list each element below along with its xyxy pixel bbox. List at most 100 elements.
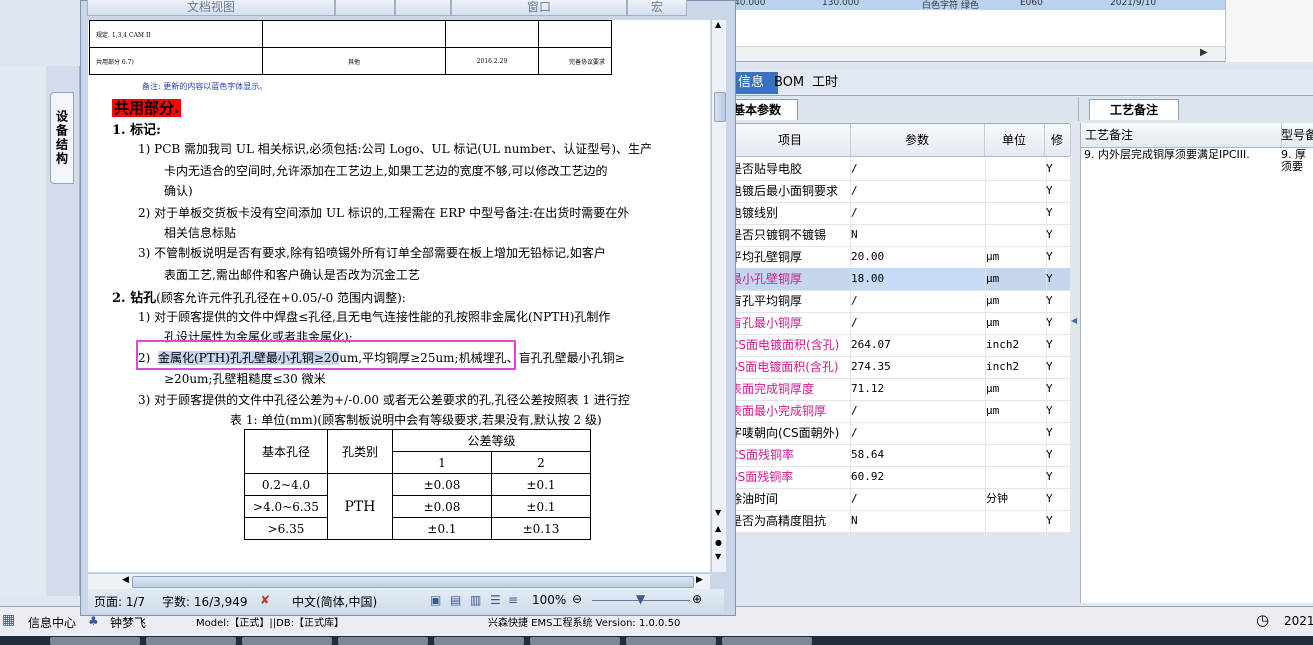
table-row[interactable]: 除油时间 / 分钟 Y [730, 488, 1073, 511]
view-full-screen-icon[interactable]: ▤ [450, 593, 461, 607]
taskbar-item[interactable] [626, 637, 716, 645]
table-row[interactable]: 40.000 130.000 白色字符 绿色 E060 2021/9/10 [730, 0, 1225, 11]
table-row[interactable]: 表面完成铜厚度 71.12 μm Y [730, 378, 1073, 401]
param-value-cell[interactable]: 60.92 [850, 466, 986, 488]
vscroll-thumb[interactable] [714, 92, 726, 122]
param-item-cell: 是否贴导电胶 [730, 158, 851, 180]
table-row[interactable]: 字唛朝向(CS面朝外) / Y [730, 422, 1073, 445]
paragraph: 1) PCB 需加我司 UL 相关标识,必须包括:公司 Logo、UL 标记(U… [138, 142, 653, 156]
document-page[interactable]: 规定. 1,3,4 CAM II 共用部分 6.7) 其他 2016.2.29 … [88, 20, 710, 572]
param-flag-cell: Y [1044, 334, 1073, 356]
table-row[interactable]: 电镀后最小面铜要求 / Y [730, 180, 1073, 203]
word-count[interactable]: 字数: 16/3,949 [162, 593, 248, 610]
ribbon-group[interactable] [335, 0, 395, 16]
zoom-level[interactable]: 100% [532, 593, 566, 607]
table-row[interactable]: 最小孔壁铜厚 18.00 μm Y [730, 268, 1073, 291]
col-edit[interactable]: 修 [1044, 124, 1071, 156]
hscroll-thumb[interactable] [132, 576, 694, 588]
col-value[interactable]: 参数 [850, 124, 985, 156]
param-value-cell[interactable]: / [850, 488, 986, 510]
col-model-note[interactable]: 型号备 [1277, 123, 1313, 147]
browse-object-icon[interactable]: ● [715, 538, 722, 547]
erp-top-grid: 40.000 130.000 白色字符 绿色 E060 2021/9/10 ▶ [730, 0, 1313, 62]
table-row[interactable]: 盲孔平均铜厚 / μm Y [730, 290, 1073, 313]
info-center-label[interactable]: 信息中心 [28, 614, 76, 631]
view-web-icon[interactable]: ▥ [470, 593, 481, 607]
param-value-cell[interactable]: 58.64 [850, 444, 986, 466]
param-unit-cell: μm [984, 290, 1047, 312]
param-unit-cell: μm [984, 400, 1047, 422]
language[interactable]: 中文(简体,中国) [292, 593, 377, 610]
zoom-out-icon[interactable]: ⊖ [572, 592, 582, 606]
table-row[interactable]: SS面电镀面积(含孔) 274.35 inch2 Y [730, 356, 1073, 379]
ribbon-group-document-views[interactable]: 文档视图 [87, 0, 335, 16]
param-value-cell[interactable]: 18.00 [850, 268, 986, 290]
param-flag-cell: Y [1044, 488, 1073, 510]
param-value-cell[interactable]: 71.12 [850, 378, 986, 400]
table-row[interactable]: 盲孔最小铜厚 / μm Y [730, 312, 1073, 335]
taskbar-item[interactable] [146, 637, 236, 645]
prev-page-icon[interactable]: ▲ [715, 524, 721, 533]
table-row[interactable]: 表面最小完成铜厚 / μm Y [730, 400, 1073, 423]
grid-splitter[interactable]: ◀ [1071, 120, 1078, 530]
ribbon-group-macros[interactable]: 宏 [627, 0, 687, 16]
table-row[interactable]: 平均孔壁铜厚 20.00 μm Y [730, 246, 1073, 269]
craft-notes-tab[interactable]: 工艺备注 [1089, 99, 1179, 120]
param-value-cell[interactable]: / [850, 180, 986, 202]
taskbar-item[interactable] [434, 637, 524, 645]
zoom-in-icon[interactable]: ⊕ [692, 592, 702, 606]
ribbon-group[interactable] [395, 0, 451, 16]
tab-labor-hours[interactable]: 工时 [804, 72, 846, 94]
table-row[interactable]: CS面残铜率 58.64 Y [730, 444, 1073, 467]
taskbar [0, 636, 1313, 645]
param-value-cell[interactable]: N [850, 224, 986, 246]
table-row[interactable]: SS面残铜率 60.92 Y [730, 466, 1073, 489]
param-value-cell[interactable]: / [850, 422, 986, 444]
taskbar-item[interactable] [242, 637, 332, 645]
scroll-up-icon[interactable]: ▲ [715, 20, 721, 29]
param-value-cell[interactable]: 274.35 [850, 356, 986, 378]
next-page-icon[interactable]: ▼ [715, 552, 721, 561]
scroll-down-icon[interactable]: ▼ [715, 508, 721, 517]
taskbar-item[interactable] [50, 637, 140, 645]
param-unit-cell: μm [984, 312, 1047, 334]
param-value-cell[interactable]: / [850, 202, 986, 224]
param-value-cell[interactable]: / [850, 400, 986, 422]
proofing-icon[interactable]: ✘ [260, 593, 270, 607]
erp-top-hscroll[interactable]: ▶ [730, 46, 1225, 61]
view-draft-icon[interactable]: ≡ [508, 593, 518, 607]
table-row[interactable]: 是否贴导电胶 / Y [730, 158, 1073, 181]
param-value-cell[interactable]: N [850, 510, 986, 532]
param-value-cell[interactable]: 20.00 [850, 246, 986, 268]
col-item[interactable]: 项目 [730, 124, 851, 156]
view-print-layout-icon[interactable]: ▣ [430, 593, 441, 607]
table-row[interactable]: CS面电镀面积(含孔) 264.07 inch2 Y [730, 334, 1073, 357]
param-flag-cell: Y [1044, 510, 1073, 532]
table-row[interactable]: 是否为高精度阻抗 N Y [730, 510, 1073, 533]
table-row[interactable]: 9. 内外层完成铜厚须要满足IPCIII. 9. 厚须要 [1081, 149, 1313, 175]
scroll-right-icon[interactable]: ▶ [696, 575, 703, 585]
col-unit[interactable]: 单位 [984, 124, 1045, 156]
param-value-cell[interactable]: / [850, 290, 986, 312]
document-hscroll[interactable]: ◀ ▶ [88, 573, 710, 589]
zoom-slider-thumb[interactable]: ▼ [636, 592, 645, 606]
param-item-cell: 表面最小完成铜厚 [730, 400, 851, 422]
basic-params-tab[interactable]: 基本参数 [730, 99, 798, 120]
side-tab-device-structure[interactable]: 设备结构 [50, 92, 74, 184]
taskbar-item[interactable] [722, 637, 812, 645]
col-craft-note[interactable]: 工艺备注 [1081, 123, 1282, 147]
param-value-cell[interactable]: / [850, 312, 986, 334]
scroll-left-icon[interactable]: ◀ [122, 575, 129, 585]
ribbon-group-window[interactable]: 窗口 [451, 0, 627, 16]
page-count[interactable]: 页面: 1/7 [94, 593, 145, 610]
param-value-cell[interactable]: 264.07 [850, 334, 986, 356]
table-row[interactable]: 是否只镀铜不镀锡 N Y [730, 224, 1073, 247]
taskbar-item[interactable] [530, 637, 620, 645]
document-vscroll[interactable]: ▲ ▼ ▲ ● ▼ [711, 20, 726, 572]
section-drilling-title: 2. 钻孔(顾客允许元件孔孔径在+0.05/-0 范围内调整): [112, 291, 406, 306]
param-item-cell: 除油时间 [730, 488, 851, 510]
table-row[interactable]: 电镀线别 / Y [730, 202, 1073, 225]
taskbar-item[interactable] [338, 637, 428, 645]
view-outline-icon[interactable]: ☰ [490, 593, 501, 607]
param-value-cell[interactable]: / [850, 158, 986, 180]
